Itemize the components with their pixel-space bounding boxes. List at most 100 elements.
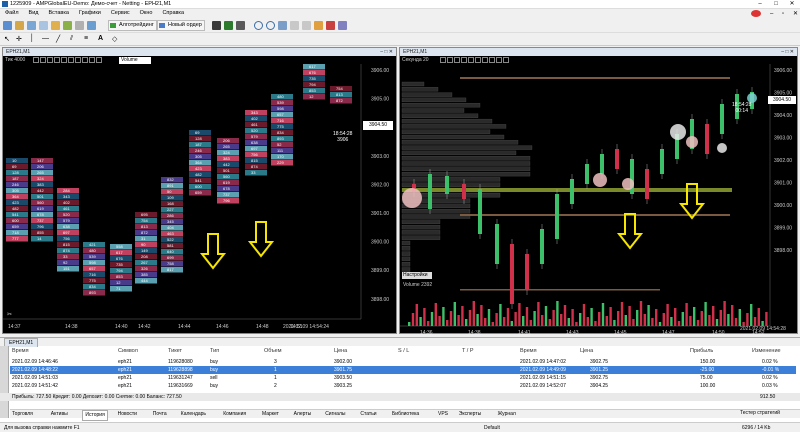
ctrl-btn-icon[interactable] [503, 57, 509, 63]
ctrl-btn-icon[interactable] [61, 57, 67, 63]
toolbox-side-strip[interactable] [0, 346, 9, 418]
trade-row[interactable]: 2021.02.09 14:46:46 eph21 119628080 buy 3 390… [10, 358, 796, 366]
ctrl-btn-icon[interactable] [89, 57, 95, 63]
tab-алерты[interactable]: Алерты [294, 410, 312, 419]
left-chart-window[interactable]: EPH21,M1 – □ ✕ Тик 4000 Volume 3906.00 39… [2, 47, 397, 334]
ctrl-btn-icon[interactable] [475, 57, 481, 63]
settings-button[interactable]: Настройки [402, 272, 432, 279]
trade-row[interactable]: 2021.02.09 14:51:03 eph21 119631247 sell 1 39… [10, 374, 796, 382]
cursor-icon[interactable]: ↖ [4, 35, 10, 43]
trade-row[interactable]: 2021.02.09 14:51:42 eph21 119631669 buy 2 390… [10, 382, 796, 390]
menu-insert[interactable]: Вставка [43, 9, 73, 18]
ctrl-btn-icon[interactable] [489, 57, 495, 63]
tab-библиотека[interactable]: Библиотека [392, 410, 419, 419]
zoom-in-icon[interactable] [254, 21, 263, 30]
ctrl-btn-icon[interactable] [468, 57, 474, 63]
chart-tab-eph21[interactable]: EPH21,M1 [4, 338, 39, 347]
right-chart-close-icon[interactable]: – □ ✕ [781, 48, 794, 56]
tab-почта[interactable]: Почта [153, 410, 167, 419]
tab-история[interactable]: История [82, 410, 108, 421]
trend-line-icon[interactable]: ╱ [56, 35, 60, 43]
tab-активы[interactable]: Активы [51, 410, 68, 419]
candle-chart-icon[interactable] [224, 21, 233, 30]
ctrl-btn-icon[interactable] [461, 57, 467, 63]
tab-журнал[interactable]: Журнал [498, 410, 516, 419]
crosshair-icon[interactable]: ✛ [16, 35, 22, 43]
col-ticket[interactable]: Тикет [168, 348, 182, 354]
new-chart-icon[interactable] [3, 21, 12, 30]
menu-window[interactable]: Окно [135, 9, 158, 18]
ctrl-btn-icon[interactable] [496, 57, 502, 63]
ctrl-btn-icon[interactable] [482, 57, 488, 63]
ctrl-btn-icon[interactable] [440, 57, 446, 63]
col-time[interactable]: Время [12, 348, 29, 354]
periods-icon[interactable] [326, 21, 335, 30]
horizontal-line-icon[interactable]: — [42, 35, 49, 42]
indicators-icon[interactable] [314, 21, 323, 30]
menu-view[interactable]: Вид [24, 9, 44, 18]
ctrl-btn-icon[interactable] [68, 57, 74, 63]
menu-help[interactable]: Справка [157, 9, 189, 18]
templates-icon[interactable] [338, 21, 347, 30]
ctrl-btn-icon[interactable] [75, 57, 81, 63]
col-type[interactable]: Тип [210, 348, 219, 354]
col-profit[interactable]: Прибыль [690, 348, 713, 354]
minimize-button[interactable]: – [752, 0, 768, 9]
tab-статьи[interactable]: Статьи [360, 410, 376, 419]
text-tool-icon[interactable]: A [98, 35, 103, 42]
col-close-time[interactable]: Время [520, 348, 537, 354]
tab-торговля[interactable]: Торговля [12, 410, 33, 419]
col-sl[interactable]: S / L [398, 348, 409, 354]
ctrl-btn-icon[interactable] [96, 57, 102, 63]
tab-vps[interactable]: VPS [438, 410, 448, 419]
col-close-price[interactable]: Цена [580, 348, 593, 354]
channel-icon[interactable]: ⫽ [70, 35, 73, 43]
ctrl-btn-icon[interactable] [33, 57, 39, 63]
col-volume[interactable]: Объем [264, 348, 282, 354]
volume-select[interactable]: Volume [119, 57, 151, 64]
chart-shift-icon[interactable] [302, 21, 311, 30]
tab-сигналы[interactable]: Сигналы [325, 410, 345, 419]
metaeditor-icon[interactable] [87, 21, 96, 30]
col-price[interactable]: Цена [334, 348, 347, 354]
vertical-line-icon[interactable]: │ [30, 35, 34, 42]
toolbox-icon[interactable] [63, 21, 72, 30]
bar-chart-icon[interactable] [212, 21, 221, 30]
ctrl-btn-icon[interactable] [40, 57, 46, 63]
shapes-icon[interactable]: ◇ [112, 35, 117, 43]
right-chart-window[interactable]: EPH21,M1 – □ ✕ Секунда 20 3906.00 3905.00… [399, 47, 798, 334]
left-chart-close-icon[interactable]: – □ ✕ [380, 48, 393, 56]
data-window-icon[interactable] [39, 21, 48, 30]
scroll-chart-icon[interactable] [290, 21, 299, 30]
col-tp[interactable]: T / P [462, 348, 474, 354]
profiles-icon[interactable] [15, 21, 24, 30]
tab-новости[interactable]: Новости [118, 410, 137, 419]
ctrl-btn-icon[interactable] [447, 57, 453, 63]
menu-tools[interactable]: Сервис [106, 9, 135, 18]
strategy-tester-tab[interactable]: Тестер стратегий [740, 410, 780, 416]
ctrl-btn-icon[interactable] [54, 57, 60, 63]
trade-row[interactable]: 2021.02.09 14:48:22 eph21 119628898 buy 1 390… [10, 366, 796, 374]
menu-charts[interactable]: Графики [74, 9, 106, 18]
zoom-out-icon[interactable] [266, 21, 275, 30]
close-button[interactable]: ✕ [784, 0, 800, 9]
market-watch-icon[interactable] [27, 21, 36, 30]
ctrl-btn-icon[interactable] [47, 57, 53, 63]
tab-маркет[interactable]: Маркет [262, 410, 279, 419]
maximize-button[interactable]: □ [768, 0, 784, 9]
footprint-cell [135, 242, 157, 248]
col-symbol[interactable]: Символ [118, 348, 138, 354]
col-change[interactable]: Изменение [752, 348, 781, 354]
tab-компания[interactable]: Компания [223, 410, 246, 419]
tile-windows-icon[interactable] [278, 21, 287, 30]
navigator-icon[interactable] [51, 21, 60, 30]
tab-эксперты[interactable]: Эксперты [459, 410, 481, 419]
ctrl-btn-icon[interactable] [454, 57, 460, 63]
tab-календарь[interactable]: Календарь [181, 410, 206, 419]
ctrl-btn-icon[interactable] [82, 57, 88, 63]
tester-icon[interactable] [75, 21, 84, 30]
line-chart-icon[interactable] [236, 21, 245, 30]
alert-icon[interactable] [751, 10, 761, 17]
menu-file[interactable]: Файл [0, 9, 24, 18]
fibonacci-icon[interactable]: ≡ [84, 35, 88, 42]
